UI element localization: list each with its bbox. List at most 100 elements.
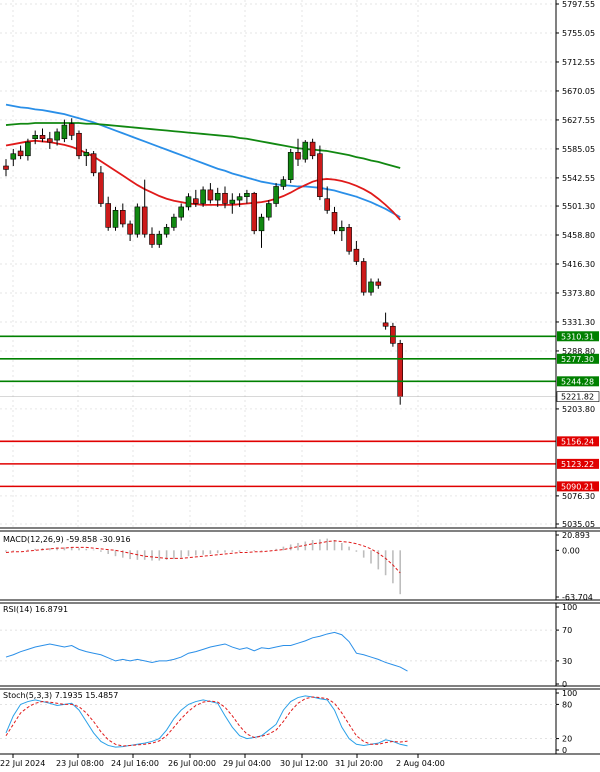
rsi-line [5,631,408,672]
candle-body [127,223,133,235]
indicator-tick-label: 30 [562,657,572,666]
time-tick-label: 26 Jul 00:00 [168,759,216,768]
candle-body [32,135,39,140]
candle-body [156,233,163,245]
candle-body [83,152,90,157]
candle-body [295,152,301,160]
candle-body [251,192,257,232]
price-tick-label: 5627.55 [562,116,595,125]
candle-body [229,199,236,204]
price-level-label: 5310.31 [561,332,594,341]
candle-body [105,203,111,228]
candle-body [207,189,214,201]
candle-body [353,248,360,262]
candle-body [120,210,126,225]
candle-body [331,212,338,232]
candle-body [390,325,396,344]
candle-body [346,227,352,252]
candle-body [287,152,294,180]
price-level-label: 5244.28 [561,377,594,386]
indicator-tick-label: 20 [562,735,572,744]
macd-histogram [5,538,402,595]
candle-body [338,227,345,232]
candle-body [25,141,31,157]
indicator-tick-label: 70 [562,626,572,635]
price-tick-label: 5797.55 [562,0,595,9]
candle-body [68,123,75,136]
candle-body [193,198,199,204]
candle-body [309,141,316,157]
candle-body [200,189,206,204]
time-tick-label: 24 Jul 16:00 [111,759,159,768]
price-tick-label: 5203.80 [562,405,595,414]
indicator-tick-label: 0 [562,680,567,689]
price-tick-label: 5331.30 [562,318,595,327]
candle-body [98,172,104,204]
rsi-panel: 100 70 30 0 [0,602,600,689]
price-level-label: 5123.22 [561,460,594,469]
candle-body [280,179,287,187]
candle-body [3,165,9,170]
price-tick-label: 5501.30 [562,202,595,211]
candle-body [317,153,323,197]
candle-body [171,216,177,228]
price-tick-label: 5076.30 [562,492,595,501]
candle-body [375,281,382,286]
candle-body [163,227,170,235]
time-tick-label: 30 Jul 12:00 [280,759,328,768]
indicator-tick-label: 100 [562,603,577,612]
candle-body [112,210,119,228]
price-tick-label: 5585.05 [562,145,595,154]
rsi-indicator-label: RSI(14) 16.8791 [3,605,68,614]
price-tick-label: 5755.05 [562,29,595,38]
moving-average-line [5,139,401,221]
candle-body [134,206,141,235]
candles [3,118,404,405]
candle-body [382,322,389,327]
candle-body [324,198,331,211]
time-tick-label: 23 Jul 08:00 [56,759,104,768]
candle-body [141,206,148,235]
candle-body [397,343,404,397]
candle-body [302,141,309,160]
candle-body [90,153,97,174]
price-level-label: 5090.21 [561,482,594,491]
macd-indicator-label: MACD(12,26,9) -59.858 -30.916 [3,535,131,544]
indicator-tick-label: 0.00 [562,546,580,555]
candle-body [61,124,68,140]
current-price-label: 5221.82 [561,393,594,402]
candle-body [149,233,155,245]
candle-body [185,196,192,208]
candle-body [236,196,243,201]
candle-body [214,192,221,201]
price-tick-label: 5416.30 [562,260,595,269]
candle-body [273,186,279,204]
candle-body [265,203,272,218]
price-panel: 5797.55 5755.05 5712.55 5670.05 5627.55 5585.… [0,0,600,529]
price-level-label: 5156.24 [561,437,594,446]
candle-body [10,153,17,160]
price-grid [0,0,556,528]
candle-body [76,132,82,157]
price-tick-label: 5373.80 [562,289,595,298]
time-tick-label: 31 Jul 20:00 [335,759,383,768]
price-level-label: 5277.30 [561,355,594,364]
time-tick-label: 29 Jul 04:00 [223,759,271,768]
indicator-tick-label: 80 [562,700,572,709]
indicator-tick-label: 20.893 [562,531,590,540]
candle-body [222,192,228,204]
candle-body [368,281,374,293]
candle-body [360,261,367,293]
price-tick-label: 5542.55 [562,174,595,183]
price-tick-label: 5712.55 [562,58,595,67]
indicator-tick-label: -63.704 [562,593,593,602]
time-tick-label: 22 Jul 2024 [0,759,45,768]
time-tick-label: 2 Aug 04:00 [396,759,445,768]
candle-body [54,131,60,141]
stochastic-indicator-label: Stoch(5,3,3) 7.1935 15.4857 [3,691,118,700]
candle-body [258,216,265,232]
candle-body [17,150,24,157]
price-tick-label: 5670.05 [562,87,595,96]
indicator-tick-label: 100 [562,689,577,698]
candle-body [244,192,250,197]
